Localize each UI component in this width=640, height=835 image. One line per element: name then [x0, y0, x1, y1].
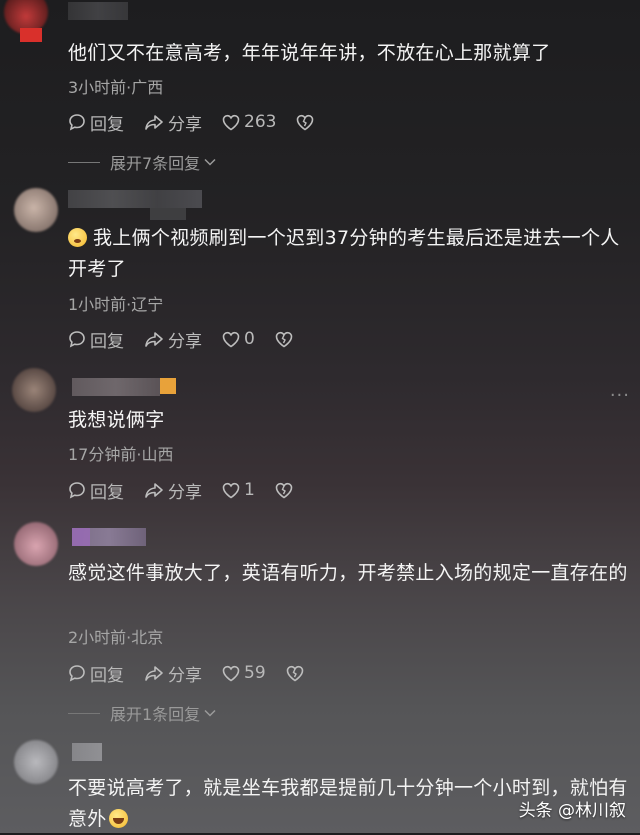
chevron-down-icon	[204, 158, 216, 166]
like-count: 263	[244, 112, 277, 132]
share-button[interactable]: 分享	[144, 661, 202, 686]
divider-line	[68, 712, 100, 714]
reply-button[interactable]: 回复	[68, 110, 124, 135]
flushed-emoji-icon	[68, 228, 87, 247]
reply-label: 回复	[90, 665, 124, 686]
broken-heart-icon	[286, 665, 303, 681]
share-button[interactable]: 分享	[144, 327, 202, 352]
like-button[interactable]: 59	[222, 663, 266, 683]
share-arrow-icon	[145, 332, 163, 347]
laughing-emoji-icon	[108, 809, 128, 828]
divider-line	[68, 161, 100, 163]
comment-meta: 1小时前·辽宁	[68, 295, 164, 314]
broken-heart-icon	[275, 482, 293, 498]
share-arrow-icon	[145, 666, 163, 681]
broken-heart-icon	[275, 331, 293, 347]
reply-button[interactable]: 回复	[68, 478, 124, 503]
chat-bubble-icon	[69, 331, 85, 348]
username-badge	[160, 378, 176, 394]
heart-icon	[222, 665, 240, 681]
comment-meta: 2小时前·北京	[68, 628, 164, 647]
share-label: 分享	[168, 665, 202, 686]
dislike-button[interactable]	[286, 665, 308, 682]
reply-label: 回复	[90, 114, 124, 135]
like-count: 0	[244, 329, 255, 349]
heart-icon	[222, 114, 240, 130]
heart-icon	[222, 482, 240, 498]
reply-button[interactable]: 回复	[68, 327, 124, 352]
like-count: 59	[244, 663, 266, 683]
dislike-button[interactable]	[296, 114, 318, 131]
share-label: 分享	[168, 114, 202, 135]
comment-text: 他们又不在意高考，年年说年年讲，不放在心上那就算了	[68, 42, 551, 64]
share-arrow-icon	[145, 115, 163, 130]
expand-label: 展开1条回复	[110, 705, 201, 724]
reply-label: 回复	[90, 482, 124, 503]
comment-actions: 回复 分享 59	[68, 661, 328, 686]
comment-meta: 17分钟前·山西	[68, 445, 174, 464]
username-pixelated[interactable]	[68, 2, 128, 20]
chevron-down-icon	[204, 709, 216, 717]
username-pixelated[interactable]	[72, 378, 160, 396]
expand-replies[interactable]: 展开1条回复	[68, 701, 216, 725]
comment-text: 我想说俩字	[68, 409, 165, 431]
username-badge	[72, 528, 90, 546]
like-button[interactable]: 0	[222, 329, 255, 349]
username-pixelated[interactable]	[68, 190, 202, 208]
comment-actions: 回复 分享 263	[68, 110, 338, 135]
comment-meta: 3小时前·广西	[68, 78, 164, 97]
broken-heart-icon	[297, 114, 314, 130]
comment-actions: 回复 分享 0	[68, 327, 317, 352]
chat-bubble-icon	[69, 114, 85, 131]
dislike-button[interactable]	[275, 331, 297, 348]
chat-bubble-icon	[69, 665, 85, 682]
share-label: 分享	[168, 331, 202, 352]
more-dots-icon[interactable]: ···	[610, 385, 630, 406]
avatar[interactable]	[12, 368, 56, 412]
expand-label: 展开7条回复	[110, 154, 201, 173]
heart-icon	[222, 331, 240, 347]
avatar[interactable]	[14, 522, 58, 566]
watermark-platform: 头条	[518, 801, 553, 821]
dislike-button[interactable]	[275, 482, 297, 499]
expand-replies[interactable]: 展开7条回复	[68, 150, 216, 174]
like-button[interactable]: 263	[222, 112, 276, 132]
watermark: 头条 @林川叙	[519, 796, 626, 821]
username-pixelated-2	[150, 208, 186, 220]
share-arrow-icon	[145, 483, 163, 498]
watermark-author: @林川叙	[558, 801, 626, 821]
chat-bubble-icon	[69, 482, 85, 499]
avatar-pixel	[20, 28, 42, 42]
share-button[interactable]: 分享	[144, 110, 202, 135]
comment-text: 感觉这件事放大了，英语有听力，开考禁止入场的规定一直存在的	[68, 562, 628, 584]
comment-text-content: 我上俩个视频刷到一个迟到37分钟的考生最后还是进去一个人开考了	[68, 227, 620, 280]
comment-text: 我上俩个视频刷到一个迟到37分钟的考生最后还是进去一个人开考了	[68, 223, 628, 285]
reply-label: 回复	[90, 331, 124, 352]
avatar[interactable]	[14, 740, 58, 784]
like-count: 1	[244, 480, 255, 500]
share-label: 分享	[168, 482, 202, 503]
reply-button[interactable]: 回复	[68, 661, 124, 686]
avatar[interactable]	[14, 188, 58, 232]
like-button[interactable]: 1	[222, 480, 255, 500]
username-pixelated[interactable]	[72, 743, 102, 761]
share-button[interactable]: 分享	[144, 478, 202, 503]
comment-actions: 回复 分享 1	[68, 478, 317, 503]
